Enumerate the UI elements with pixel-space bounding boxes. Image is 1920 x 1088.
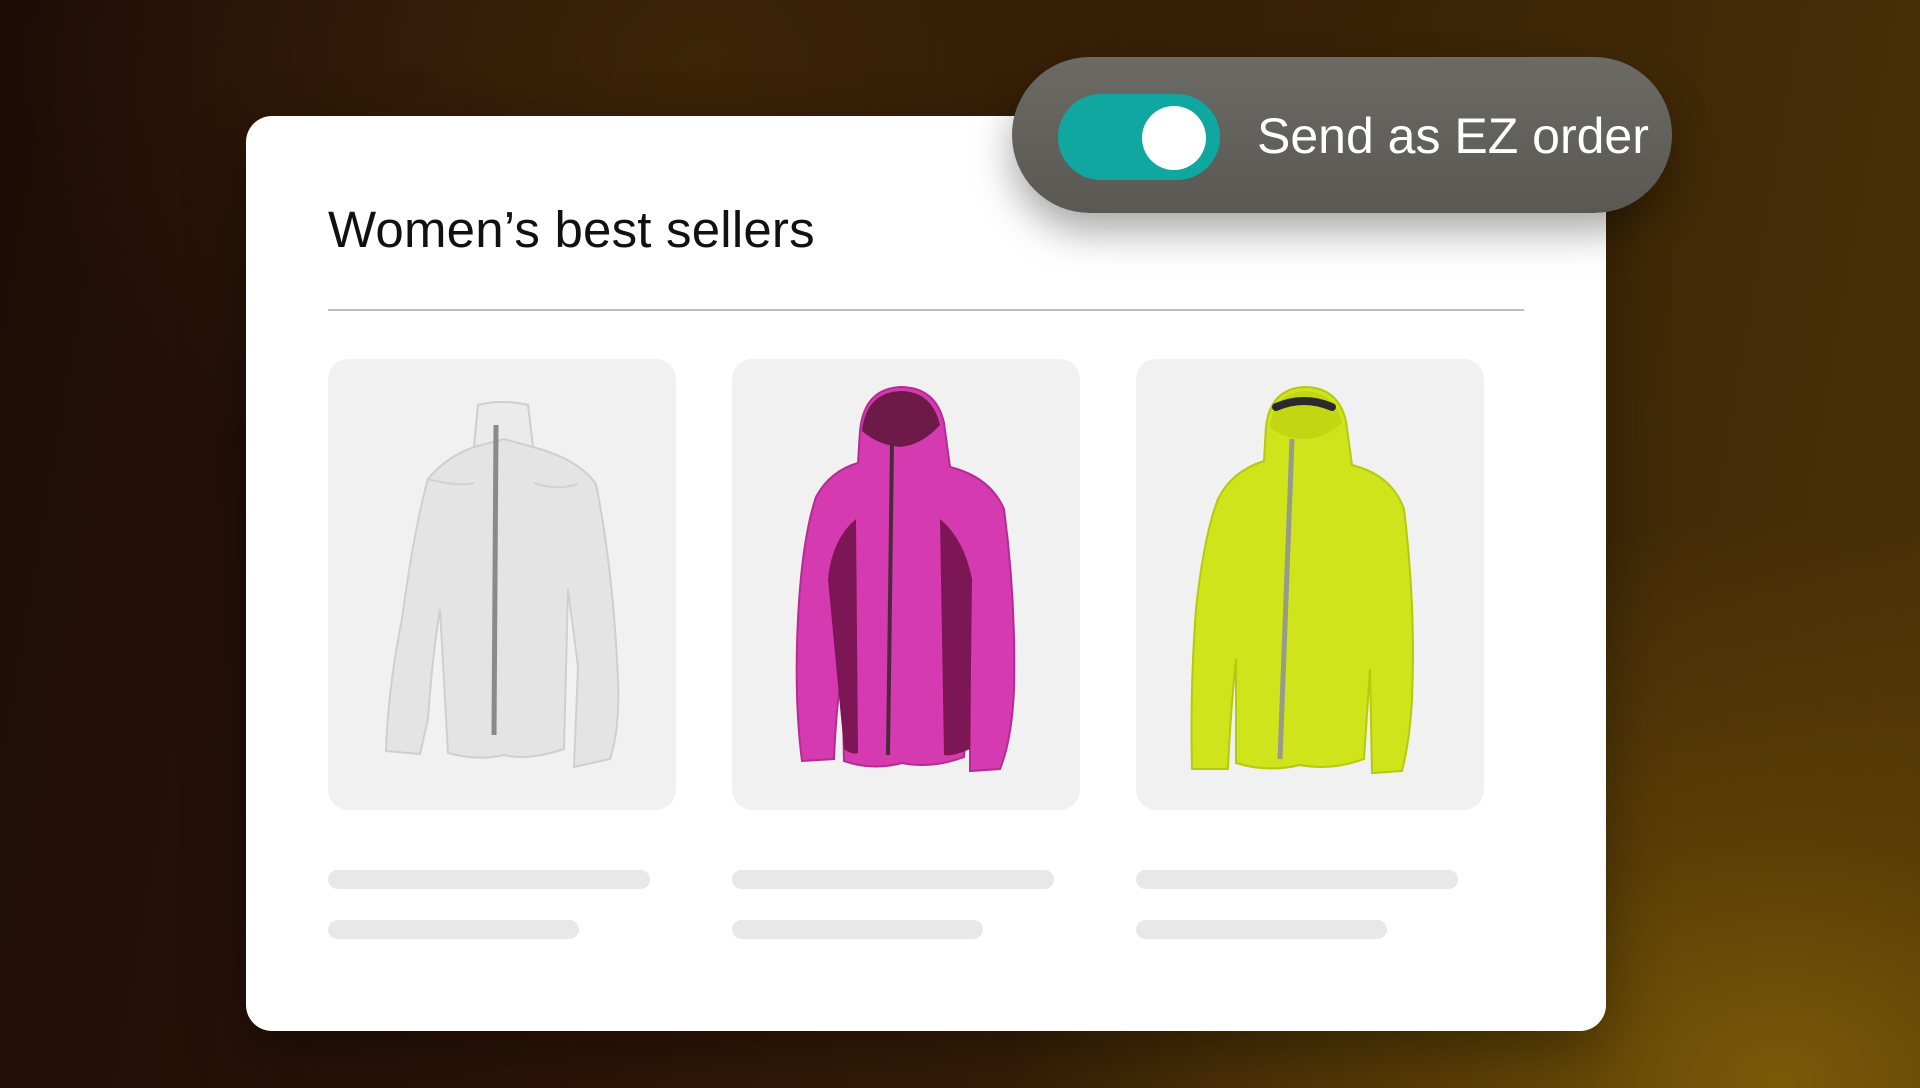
product-card: Women’s best sellers [246, 116, 1606, 1031]
product-tile-1[interactable] [328, 359, 676, 939]
card-title: Women’s best sellers [328, 201, 815, 258]
skeleton-line [328, 920, 579, 939]
toggle-knob [1142, 106, 1206, 170]
product-image[interactable] [1136, 359, 1484, 810]
divider [328, 309, 1524, 311]
product-tile-2[interactable] [732, 359, 1080, 939]
product-image[interactable] [732, 359, 1080, 810]
skeleton-line [1136, 870, 1458, 889]
skeleton-line [328, 870, 650, 889]
white-jacket-image [384, 401, 620, 769]
skeleton-line [1136, 920, 1387, 939]
ez-order-label: Send as EZ order [1257, 108, 1649, 164]
product-image[interactable] [328, 359, 676, 810]
magenta-jacket-image [795, 385, 1016, 773]
ez-order-toggle-pill: Send as EZ order [1012, 57, 1672, 213]
ez-order-toggle[interactable] [1058, 94, 1220, 180]
skeleton-line [732, 870, 1054, 889]
lime-jacket-image [1190, 385, 1414, 775]
skeleton-line [732, 920, 983, 939]
product-tile-3[interactable] [1136, 359, 1484, 939]
